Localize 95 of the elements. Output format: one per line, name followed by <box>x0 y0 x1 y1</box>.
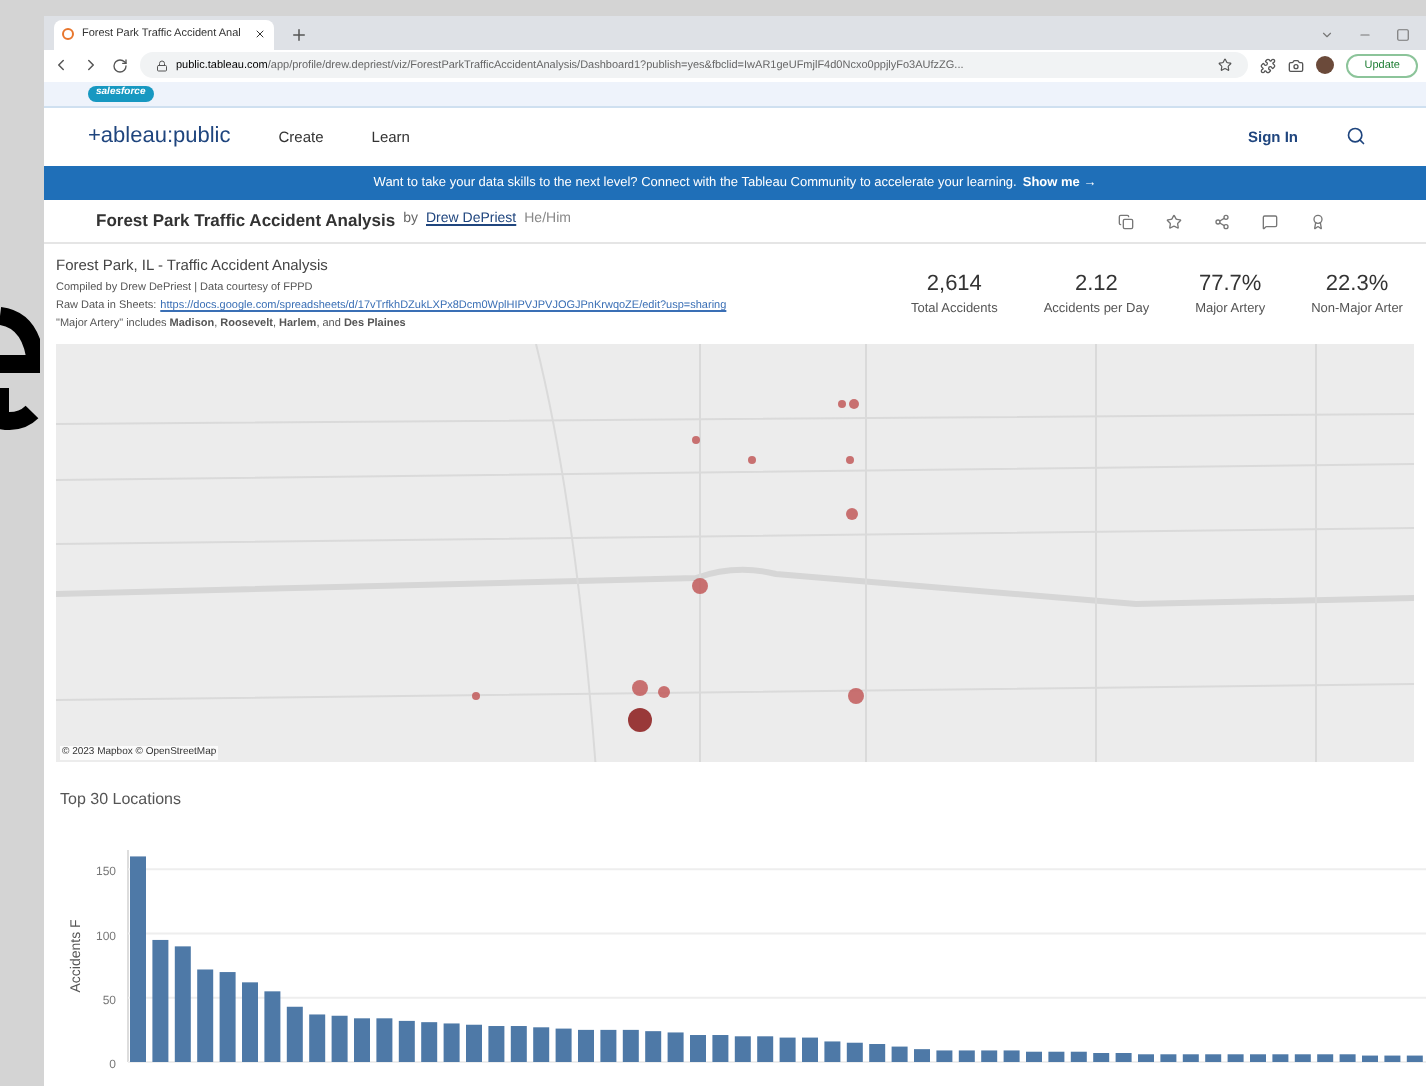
maximize-icon[interactable] <box>1396 27 1410 42</box>
copy-icon[interactable] <box>1118 213 1134 229</box>
bar <box>936 1050 953 1063</box>
bar <box>600 1029 617 1063</box>
bar <box>779 1037 796 1063</box>
viz-title: Forest Park Traffic Accident Analysis <box>96 208 396 234</box>
favorite-star-icon[interactable] <box>1166 213 1182 229</box>
bar <box>309 1014 326 1063</box>
bar <box>197 969 214 1063</box>
kpi-value: 2.12 <box>1074 269 1118 300</box>
bar <box>1250 1054 1266 1063</box>
bar <box>242 982 258 1063</box>
bar <box>645 1031 662 1063</box>
bar <box>891 1046 908 1063</box>
bar <box>667 1032 684 1063</box>
accident-dot[interactable] <box>846 456 854 465</box>
badge-icon[interactable] <box>1310 213 1326 229</box>
bar <box>802 1037 818 1063</box>
bar <box>533 1027 550 1063</box>
accident-dot[interactable] <box>692 436 700 445</box>
lock-icon <box>156 59 168 72</box>
bar <box>712 1035 729 1063</box>
bar <box>622 1029 639 1063</box>
bar <box>1205 1054 1222 1063</box>
bar <box>734 1036 751 1063</box>
bar <box>757 1036 774 1063</box>
bar <box>846 1042 863 1063</box>
bar <box>1182 1054 1199 1063</box>
bar <box>824 1041 841 1063</box>
bar <box>398 1020 415 1063</box>
share-icon[interactable] <box>1214 213 1230 229</box>
accident-dot[interactable] <box>628 708 652 733</box>
bar <box>1294 1054 1311 1063</box>
extensions-icon[interactable] <box>1260 57 1277 74</box>
bar <box>376 1018 393 1063</box>
new-tab-icon[interactable] <box>290 25 308 44</box>
bar <box>1093 1053 1110 1063</box>
bar <box>510 1026 527 1063</box>
bookmark-star-icon[interactable] <box>1218 58 1233 73</box>
accident-dot[interactable] <box>748 456 756 465</box>
back-icon[interactable] <box>52 56 70 75</box>
tableau-public-logo[interactable]: +ableau:public <box>88 120 231 153</box>
close-icon[interactable] <box>254 28 266 41</box>
bar <box>174 946 191 1063</box>
bar <box>1048 1051 1065 1063</box>
bar <box>1115 1053 1132 1063</box>
bar <box>219 972 236 1063</box>
bar <box>488 1026 505 1063</box>
bar <box>869 1044 886 1063</box>
bar <box>1406 1055 1423 1063</box>
bar <box>466 1024 482 1063</box>
kpi-value: 2,614 <box>926 269 982 300</box>
accident-dot[interactable] <box>658 686 670 699</box>
bar <box>152 939 169 1063</box>
bar <box>555 1028 572 1063</box>
chart-title: Top 30 Locations <box>60 790 181 809</box>
bar <box>914 1049 930 1063</box>
profile-avatar[interactable] <box>1316 56 1335 75</box>
bar <box>981 1050 998 1063</box>
bar <box>1339 1054 1356 1063</box>
bar <box>1272 1054 1289 1063</box>
favicon-icon <box>62 28 74 41</box>
bar <box>1070 1051 1087 1063</box>
bar <box>421 1022 438 1063</box>
accident-dot[interactable] <box>632 680 648 697</box>
accident-dot[interactable] <box>848 688 864 705</box>
comment-icon[interactable] <box>1262 213 1278 229</box>
bar <box>443 1023 460 1063</box>
bar <box>331 1015 348 1063</box>
tab-search-icon[interactable] <box>1320 27 1334 42</box>
bar <box>578 1029 594 1063</box>
accident-dot[interactable] <box>472 692 480 701</box>
bar <box>1026 1051 1042 1063</box>
kpi-value: 22.3% <box>1325 269 1389 300</box>
bar <box>1227 1054 1244 1063</box>
bar <box>1384 1055 1401 1063</box>
accident-dot[interactable] <box>838 400 846 409</box>
forward-icon[interactable] <box>82 56 100 75</box>
accident-dot[interactable] <box>846 508 858 521</box>
camera-icon[interactable] <box>1288 57 1305 74</box>
accident-dot[interactable] <box>849 399 859 410</box>
bar <box>1138 1054 1154 1063</box>
bar <box>958 1050 975 1063</box>
bar <box>286 1006 303 1063</box>
bar <box>1362 1055 1378 1063</box>
bar <box>1003 1050 1020 1063</box>
kpi-value: 77.7% <box>1198 269 1262 300</box>
bar <box>354 1018 370 1063</box>
bar <box>690 1035 706 1063</box>
search-icon[interactable] <box>1346 126 1366 147</box>
bar <box>264 991 281 1063</box>
reload-icon[interactable] <box>112 57 128 74</box>
accident-dot[interactable] <box>692 578 708 595</box>
bar <box>1317 1054 1334 1063</box>
bar <box>1160 1054 1177 1063</box>
